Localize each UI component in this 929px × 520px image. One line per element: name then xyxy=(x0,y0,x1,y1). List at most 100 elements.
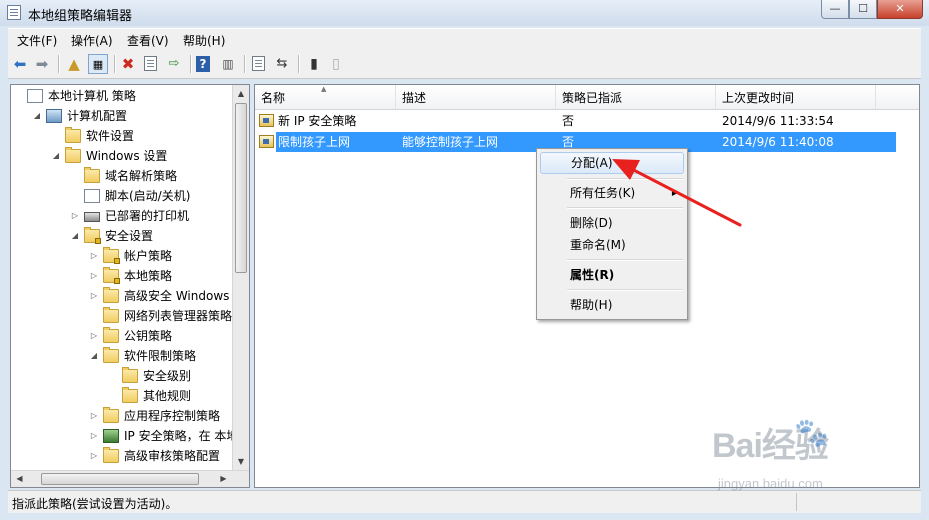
tree-item[interactable]: 脚本(启动/关机) xyxy=(11,186,233,206)
expand-toggle-icon[interactable]: ▷ xyxy=(89,286,99,306)
list-header: ▲ 名称 描述 策略已指派 上次更改时间 xyxy=(255,85,919,110)
close-button[interactable]: ✕ xyxy=(877,0,923,19)
menu-file[interactable]: 文件(F) xyxy=(17,32,57,49)
new-policy-icon[interactable] xyxy=(252,56,265,71)
tree-item[interactable]: ◢ 计算机配置 xyxy=(11,106,233,126)
menu-item-properties[interactable]: 属性(R) xyxy=(540,264,684,286)
toolbar-separator xyxy=(114,55,116,73)
scroll-down-icon[interactable]: ▼ xyxy=(233,453,249,470)
menu-view[interactable]: 查看(V) xyxy=(127,32,169,49)
column-modified[interactable]: 上次更改时间 xyxy=(716,85,876,109)
status-text: 指派此策略(尝试设置为活动)。 xyxy=(12,497,178,511)
menu-bar: 文件(F) 操作(A) 查看(V) 帮助(H) xyxy=(8,28,921,50)
tree-item[interactable]: 安全级别 xyxy=(11,366,233,386)
window-title: 本地组策略编辑器 xyxy=(28,9,133,24)
column-assigned[interactable]: 策略已指派 xyxy=(556,85,716,109)
tree-item-label: 安全设置 xyxy=(105,229,154,243)
tree-horizontal-scrollbar[interactable]: ◀ ▶ xyxy=(11,470,249,487)
expand-toggle-icon[interactable]: ▷ xyxy=(89,266,99,286)
folder-icon xyxy=(103,407,119,423)
expand-toggle-icon[interactable]: ▷ xyxy=(89,446,99,466)
lockfolder-icon xyxy=(84,227,101,244)
unassign-icon[interactable]: ▯ xyxy=(326,54,346,74)
document-icon xyxy=(27,89,43,103)
scroll-up-icon[interactable]: ▲ xyxy=(233,85,249,102)
menu-item-rename[interactable]: 重命名(M) xyxy=(540,234,684,256)
policy-description: 能够控制孩子上网 xyxy=(402,135,499,149)
column-name[interactable]: ▲ 名称 xyxy=(255,85,396,109)
expand-toggle-icon[interactable]: ◢ xyxy=(51,146,61,166)
scroll-right-icon[interactable]: ▶ xyxy=(215,471,232,487)
title-bar[interactable]: 本地组策略编辑器 — ☐ ✕ xyxy=(0,0,929,26)
expand-toggle-icon[interactable]: ▷ xyxy=(89,246,99,266)
tree-item[interactable]: ▷ 已部署的打印机 xyxy=(11,206,233,226)
expand-toggle-icon[interactable]: ▷ xyxy=(70,206,80,226)
help-icon[interactable]: ? xyxy=(196,56,210,72)
table-row[interactable]: 新 IP 安全策略 否 2014/9/6 11:33:54 xyxy=(255,111,875,131)
tree-item-label: 应用程序控制策略 xyxy=(124,409,221,423)
back-icon[interactable]: ⬅ xyxy=(10,54,30,74)
paw-icon: 🐾 xyxy=(794,416,829,449)
menu-separator xyxy=(567,289,683,291)
tree-item[interactable]: 其他规则 xyxy=(11,386,233,406)
tree-item[interactable]: ◢ 软件限制策略 xyxy=(11,346,233,366)
printer-icon xyxy=(84,212,100,222)
menu-action[interactable]: 操作(A) xyxy=(71,32,113,49)
tree-item[interactable]: 软件设置 xyxy=(11,126,233,146)
window-controls: — ☐ ✕ xyxy=(821,0,923,19)
export-icon[interactable]: ⇨ xyxy=(164,54,184,74)
ip-policy-icon xyxy=(259,114,274,127)
expand-toggle-icon[interactable]: ▷ xyxy=(89,426,99,446)
scroll-thumb[interactable] xyxy=(235,103,247,273)
policy-name: 限制孩子上网 xyxy=(278,135,351,149)
properties-icon[interactable] xyxy=(144,56,157,71)
delete-icon[interactable]: ✖ xyxy=(118,54,138,74)
tree-item[interactable]: 网络列表管理器策略 xyxy=(11,306,233,326)
tree-item[interactable]: ◢ 安全设置 xyxy=(11,226,233,246)
annotation-arrow xyxy=(612,159,742,227)
show-action-pane-icon[interactable]: ▥ xyxy=(218,54,238,74)
policy-assigned: 否 xyxy=(562,114,575,128)
maximize-button[interactable]: ☐ xyxy=(849,0,877,19)
expand-toggle-icon[interactable]: ◢ xyxy=(32,106,42,126)
ip-policy-icon xyxy=(259,135,274,148)
expand-toggle-icon[interactable]: ▷ xyxy=(89,326,99,346)
ip-icon xyxy=(103,429,119,443)
menu-item-help[interactable]: 帮助(H) xyxy=(540,294,684,316)
tree-item[interactable]: 域名解析策略 xyxy=(11,166,233,186)
menu-help[interactable]: 帮助(H) xyxy=(183,32,225,49)
tree-item[interactable]: ▷ 高级审核策略配置 xyxy=(11,446,233,466)
menu-separator xyxy=(567,259,683,261)
console-tree[interactable]: 本地计算机 策略 ◢ 计算机配置 软件设置 ◢ Windows 设置 域名解析策略脚本(启动… xyxy=(10,84,250,488)
tree-item[interactable]: ▷ 公钥策略 xyxy=(11,326,233,346)
folder-icon xyxy=(84,167,100,183)
assign-icon[interactable]: ▮ xyxy=(304,54,324,74)
tree-item[interactable]: ▷ 高级安全 Windows 防 xyxy=(11,286,245,306)
column-description[interactable]: 描述 xyxy=(396,85,556,109)
scroll-left-icon[interactable]: ◀ xyxy=(11,471,28,487)
toolbar-separator xyxy=(190,55,192,73)
lockfolder-icon xyxy=(103,267,120,284)
tree-item-label: 软件限制策略 xyxy=(124,349,197,363)
tree-item[interactable]: 本地计算机 策略 xyxy=(11,86,233,106)
tree-item[interactable]: ▷ 本地策略 xyxy=(11,266,233,286)
tree-item-label: 帐户策略 xyxy=(124,249,173,263)
tree-item[interactable]: ▷ 帐户策略 xyxy=(11,246,233,266)
minimize-button[interactable]: — xyxy=(821,0,849,19)
toolbar-separator xyxy=(298,55,300,73)
manage-filters-icon[interactable]: ⇆ xyxy=(272,54,292,74)
show-hide-tree-icon[interactable]: ▦ xyxy=(88,54,108,74)
folder-icon xyxy=(65,147,81,163)
tree-vertical-scrollbar[interactable]: ▲ ▼ xyxy=(232,85,249,470)
forward-icon[interactable]: ➡ xyxy=(32,54,52,74)
tree-item-label: 公钥策略 xyxy=(124,329,173,343)
expand-toggle-icon[interactable]: ◢ xyxy=(70,226,80,246)
tree-item[interactable]: ▷ IP 安全策略，在 本地计 xyxy=(11,426,249,446)
tree-item[interactable]: ◢ Windows 设置 xyxy=(11,146,233,166)
tree-item[interactable]: ▷ 应用程序控制策略 xyxy=(11,406,233,426)
scroll-thumb[interactable] xyxy=(41,473,199,485)
expand-toggle-icon[interactable]: ▷ xyxy=(89,406,99,426)
up-folder-icon[interactable]: ▲ xyxy=(64,54,84,74)
tree-item-label: 脚本(启动/关机) xyxy=(105,189,191,203)
expand-toggle-icon[interactable]: ◢ xyxy=(89,346,99,366)
